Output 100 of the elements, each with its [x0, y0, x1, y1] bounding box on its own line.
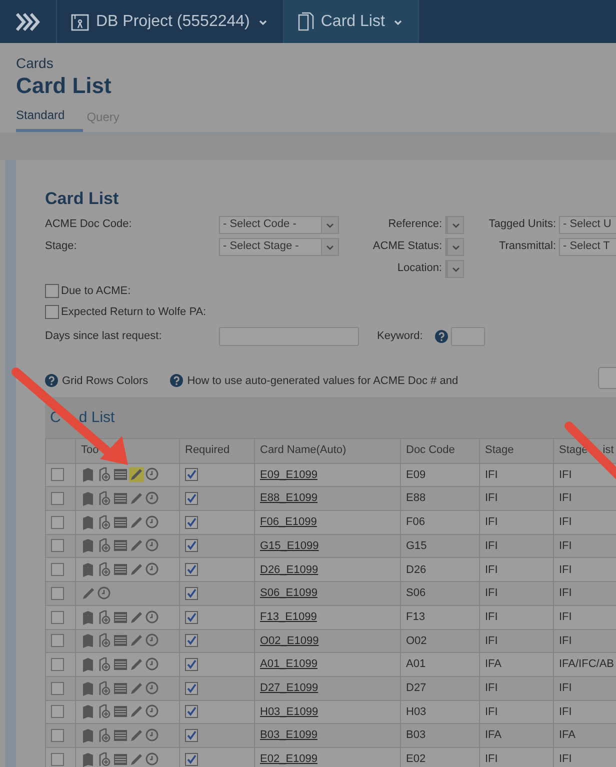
- add-document-icon[interactable]: [97, 562, 112, 578]
- pencil-icon[interactable]: [129, 752, 144, 767]
- pencil-icon[interactable]: [129, 514, 144, 530]
- help-link[interactable]: Grid Rows Colors: [62, 372, 148, 390]
- pencil-icon[interactable]: [129, 656, 144, 672]
- list-icon[interactable]: [113, 680, 128, 696]
- list-icon[interactable]: [113, 562, 128, 578]
- days-input[interactable]: [219, 326, 359, 346]
- add-document-icon[interactable]: [97, 633, 112, 648]
- row-checkbox[interactable]: [51, 563, 64, 576]
- pencil-icon[interactable]: [129, 728, 144, 743]
- clock-icon[interactable]: [145, 514, 160, 530]
- add-document-icon[interactable]: [97, 704, 112, 720]
- list-icon[interactable]: [113, 514, 128, 530]
- add-document-icon[interactable]: [97, 680, 112, 696]
- book-icon[interactable]: [81, 633, 96, 648]
- pencil-icon[interactable]: [129, 538, 144, 554]
- book-icon[interactable]: [81, 538, 96, 554]
- clock-icon[interactable]: [145, 491, 160, 506]
- row-checkbox[interactable]: [51, 705, 64, 718]
- clock-icon[interactable]: [145, 633, 160, 648]
- menu-icon[interactable]: [14, 10, 42, 32]
- required-checkbox[interactable]: [185, 682, 198, 695]
- clock-icon[interactable]: [145, 538, 160, 554]
- pencil-icon[interactable]: [129, 704, 144, 720]
- row-checkbox[interactable]: [51, 610, 64, 624]
- select-field[interactable]: - Select Code -: [219, 216, 339, 234]
- pencil-icon[interactable]: [81, 586, 96, 601]
- list-icon[interactable]: [113, 656, 128, 672]
- clock-icon[interactable]: [145, 467, 160, 482]
- checkbox[interactable]: [45, 284, 59, 298]
- book-icon[interactable]: [81, 704, 96, 720]
- pencil-icon[interactable]: [129, 562, 144, 578]
- row-checkbox[interactable]: [51, 658, 64, 671]
- select-field[interactable]: - Select U: [559, 216, 616, 234]
- book-icon[interactable]: [81, 467, 96, 482]
- required-checkbox[interactable]: [185, 752, 198, 766]
- add-document-icon[interactable]: [97, 656, 112, 672]
- row-checkbox[interactable]: [51, 586, 64, 600]
- required-checkbox[interactable]: [185, 492, 198, 506]
- list-icon[interactable]: [113, 491, 128, 506]
- required-checkbox[interactable]: [185, 539, 198, 552]
- add-document-icon[interactable]: [97, 514, 112, 530]
- clock-icon[interactable]: [97, 586, 112, 601]
- project-dropdown[interactable]: DB Project (5552244): [96, 10, 250, 34]
- list-icon[interactable]: [113, 728, 128, 743]
- book-icon[interactable]: [81, 562, 96, 578]
- clock-icon[interactable]: [145, 728, 160, 743]
- help-link[interactable]: How to use auto-generated values for ACME Doc # and: [187, 372, 458, 390]
- select-field[interactable]: - Select T: [559, 238, 616, 256]
- row-checkbox[interactable]: [51, 682, 64, 695]
- row-checkbox[interactable]: [51, 634, 64, 648]
- book-icon[interactable]: [81, 491, 96, 506]
- pencil-icon[interactable]: [129, 467, 144, 482]
- row-checkbox[interactable]: [51, 752, 64, 766]
- clock-icon[interactable]: [145, 704, 160, 720]
- clock-icon[interactable]: [145, 610, 160, 624]
- pencil-icon[interactable]: [129, 633, 144, 648]
- required-checkbox[interactable]: [185, 634, 198, 648]
- clock-icon[interactable]: [145, 656, 160, 672]
- checkbox[interactable]: [45, 305, 59, 320]
- required-checkbox[interactable]: [185, 658, 198, 671]
- clock-icon[interactable]: [145, 680, 160, 696]
- add-document-icon[interactable]: [97, 538, 112, 554]
- list-icon[interactable]: [113, 610, 128, 624]
- required-checkbox[interactable]: [185, 563, 198, 576]
- required-checkbox[interactable]: [185, 468, 198, 482]
- pencil-icon[interactable]: [129, 610, 144, 624]
- help-icon[interactable]: [435, 330, 448, 343]
- add-document-icon[interactable]: [97, 467, 112, 482]
- book-icon[interactable]: [81, 610, 96, 624]
- required-checkbox[interactable]: [185, 516, 198, 529]
- book-icon[interactable]: [81, 752, 96, 767]
- row-checkbox[interactable]: [51, 492, 64, 506]
- row-checkbox[interactable]: [51, 516, 64, 529]
- add-document-icon[interactable]: [97, 491, 112, 506]
- required-checkbox[interactable]: [185, 610, 198, 624]
- required-checkbox[interactable]: [185, 705, 198, 718]
- select-field[interactable]: - Select Stage -: [219, 238, 339, 256]
- list-icon[interactable]: [113, 538, 128, 554]
- pencil-icon[interactable]: [129, 491, 144, 506]
- book-icon[interactable]: [81, 680, 96, 696]
- required-checkbox[interactable]: [185, 728, 198, 742]
- pencil-icon[interactable]: [129, 680, 144, 696]
- clock-icon[interactable]: [145, 752, 160, 767]
- add-document-icon[interactable]: [97, 610, 112, 624]
- select-field[interactable]: [445, 260, 464, 278]
- book-icon[interactable]: [81, 728, 96, 743]
- book-icon[interactable]: [81, 514, 96, 530]
- list-icon[interactable]: [113, 633, 128, 648]
- help-icon[interactable]: [45, 374, 58, 388]
- list-icon[interactable]: [113, 704, 128, 720]
- keyword-input[interactable]: [451, 326, 485, 346]
- row-checkbox[interactable]: [51, 539, 64, 552]
- clock-icon[interactable]: [145, 562, 160, 578]
- select-field[interactable]: [445, 238, 464, 256]
- add-document-icon[interactable]: [97, 728, 112, 743]
- list-icon[interactable]: [113, 467, 128, 482]
- book-icon[interactable]: [81, 656, 96, 672]
- help-icon[interactable]: [170, 374, 184, 388]
